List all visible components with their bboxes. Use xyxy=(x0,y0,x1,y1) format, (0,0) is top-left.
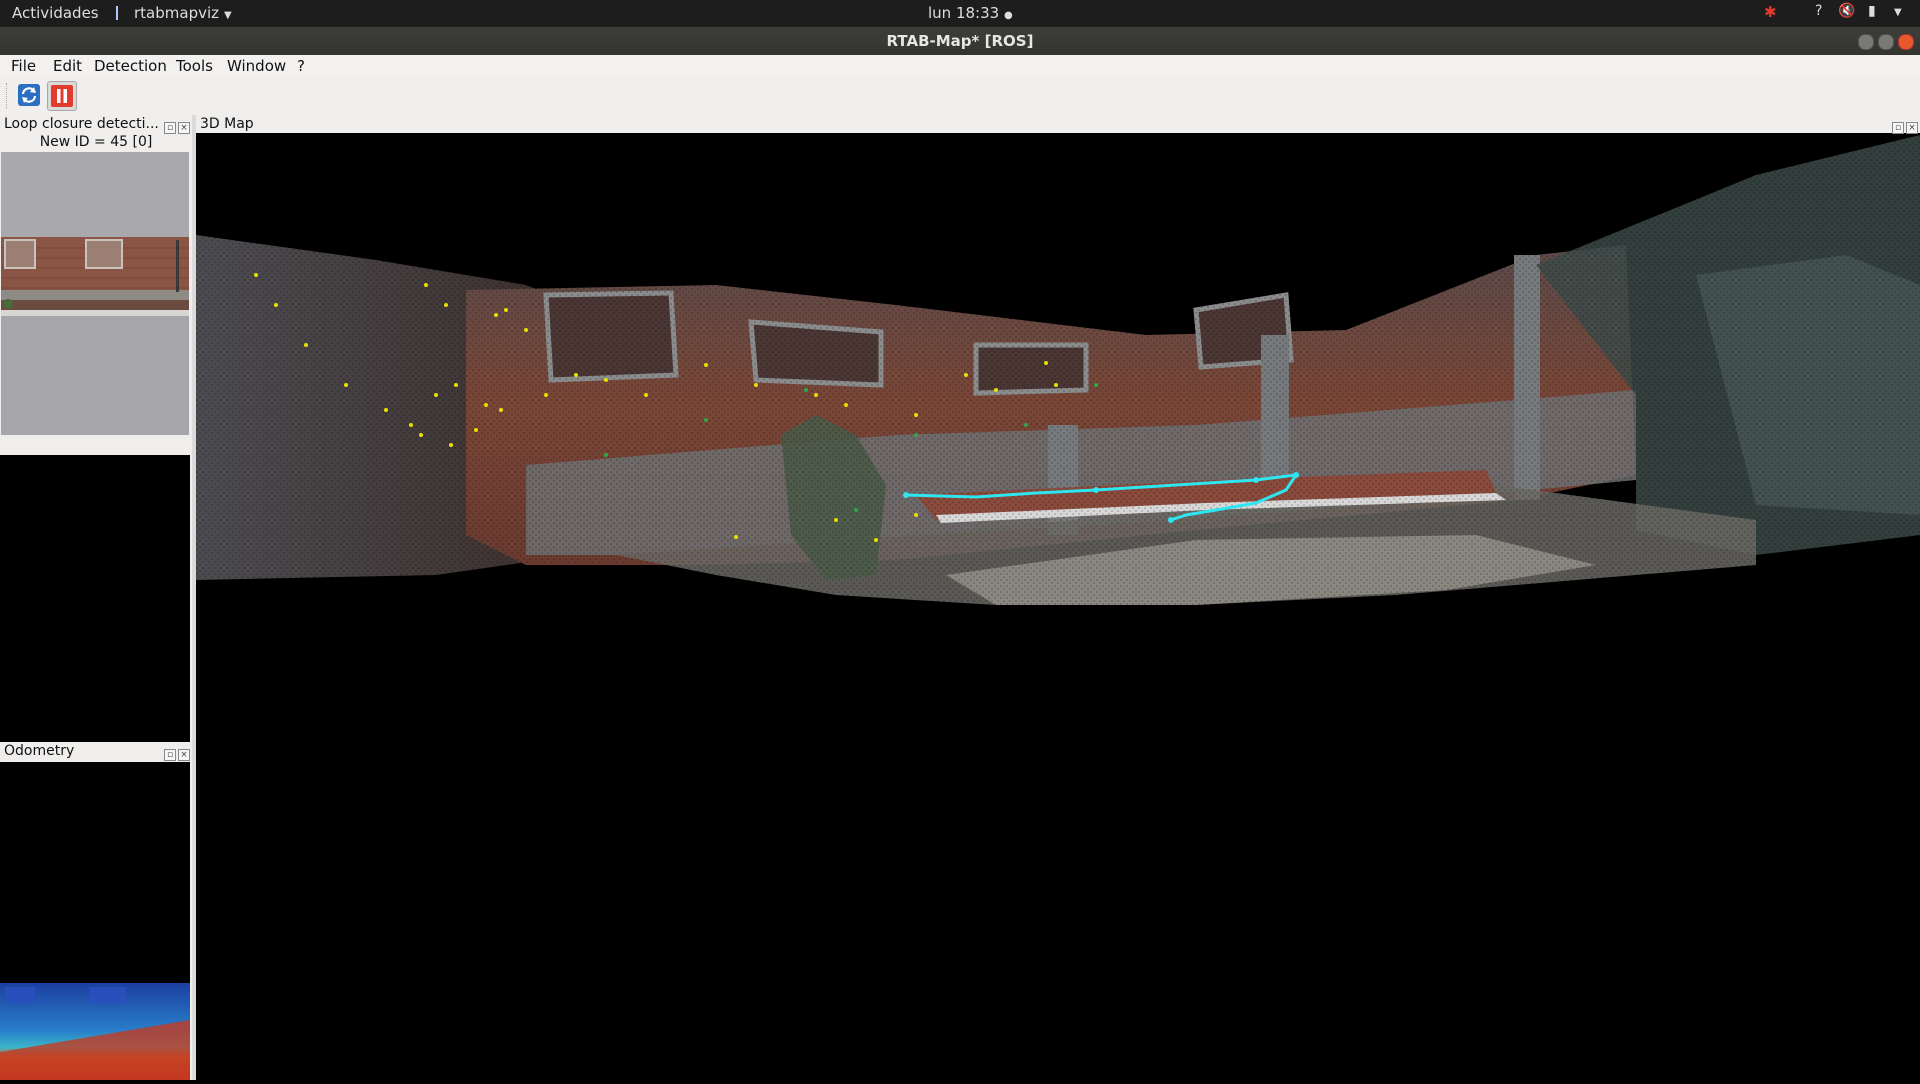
float-icon[interactable]: ▫ xyxy=(1892,122,1904,134)
menu-tools[interactable]: Tools xyxy=(176,57,213,75)
menu-detection[interactable]: Detection xyxy=(94,57,167,75)
minimize-button[interactable] xyxy=(1858,34,1874,50)
refresh-icon xyxy=(18,84,40,106)
app-menu[interactable]: rtabmapviz ▼ xyxy=(116,4,232,22)
menu-edit[interactable]: Edit xyxy=(53,57,82,75)
loop-closure-info: New ID = 45 [0] xyxy=(39,134,153,150)
battery-icon[interactable]: ▮ xyxy=(1868,3,1876,19)
toolbar xyxy=(0,77,1920,116)
pause-icon xyxy=(51,85,73,107)
system-top-bar: Actividades rtabmapviz ▼ lun 18:33 ● ✱ ? … xyxy=(0,0,1920,27)
loop-closure-dock-title[interactable]: Loop closure detecti... ▫ × xyxy=(0,115,192,134)
chevron-down-icon: ▼ xyxy=(224,10,232,21)
clock-label: lun 18:33 xyxy=(928,4,1000,22)
notification-dot-icon: ● xyxy=(1003,10,1013,21)
toolbar-handle[interactable] xyxy=(6,83,9,109)
menu-help[interactable]: ? xyxy=(297,57,305,75)
clock[interactable]: lun 18:33 ● xyxy=(928,4,1013,22)
app-icon xyxy=(116,6,128,20)
menu-file[interactable]: File xyxy=(11,57,36,75)
close-icon[interactable]: × xyxy=(178,122,190,134)
map-3d-viewport[interactable] xyxy=(196,135,1920,1080)
volume-mute-icon[interactable]: 🔇 xyxy=(1838,3,1855,19)
float-icon[interactable]: ▫ xyxy=(164,122,176,134)
close-icon[interactable]: × xyxy=(178,749,190,761)
loop-closure-image xyxy=(1,152,189,435)
map-3d-dock: 3D Map ▫ × xyxy=(196,115,1920,1080)
app-menu-label: rtabmapviz xyxy=(134,4,220,22)
close-icon[interactable]: × xyxy=(1906,122,1918,134)
loop-closure-title: Loop closure detecti... xyxy=(4,116,159,132)
system-menu-icon[interactable]: ▼ xyxy=(1894,7,1902,18)
point-cloud xyxy=(196,135,1920,605)
close-button[interactable] xyxy=(1898,34,1914,50)
refresh-button[interactable] xyxy=(15,81,43,109)
maximize-button[interactable] xyxy=(1878,34,1894,50)
left-dock-area: Loop closure detecti... ▫ × New ID = 45 [… xyxy=(0,115,192,1084)
menu-bar: File Edit Detection Tools Window ? xyxy=(0,55,1920,77)
menu-window[interactable]: Window xyxy=(227,57,286,75)
help-icon[interactable]: ? xyxy=(1815,3,1822,19)
odometry-dock-title[interactable]: Odometry ▫ × xyxy=(0,742,192,761)
odometry-view xyxy=(0,762,190,1084)
float-icon[interactable]: ▫ xyxy=(164,749,176,761)
map-3d-title: 3D Map xyxy=(200,116,254,132)
dock-buttons: ▫ × xyxy=(162,745,190,761)
activities-button[interactable]: Actividades xyxy=(12,4,99,22)
pause-button[interactable] xyxy=(47,81,77,111)
window-title: RTAB-Map* [ROS] xyxy=(886,32,1034,50)
dock-buttons: ▫ × xyxy=(162,118,190,134)
loop-closure-image-svg xyxy=(1,152,189,435)
dock-buttons: ▫ × xyxy=(1890,118,1918,134)
odometry-title: Odometry xyxy=(4,743,75,759)
window-title-bar: RTAB-Map* [ROS] xyxy=(0,27,1920,55)
ros-icon[interactable]: ✱ xyxy=(1764,3,1777,21)
loop-closure-match-image xyxy=(0,455,190,755)
map-3d-dock-title[interactable]: 3D Map ▫ × xyxy=(196,115,1920,134)
odometry-depth-image xyxy=(0,983,190,1084)
